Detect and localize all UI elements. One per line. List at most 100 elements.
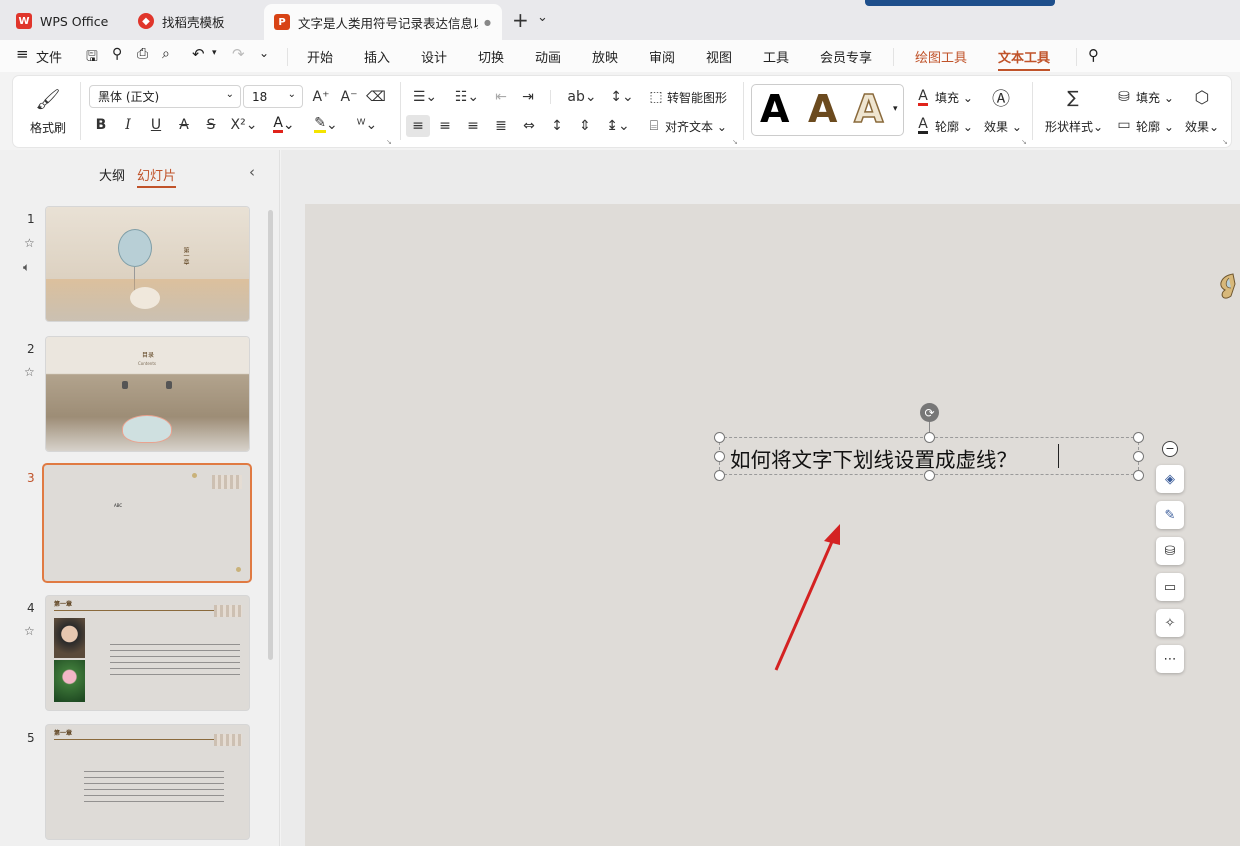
italic-icon[interactable]: I xyxy=(118,115,138,135)
collapse-panel-icon[interactable]: ‹ xyxy=(249,163,255,181)
resize-handle[interactable] xyxy=(924,432,935,443)
slide-thumbnail-2[interactable]: 目录 Contents xyxy=(46,337,249,451)
resize-handle[interactable] xyxy=(714,470,725,481)
tab-list-chevron-icon[interactable]: ⌄ xyxy=(537,10,548,25)
menu-view[interactable]: 视图 xyxy=(706,47,732,66)
shape-fill-icon[interactable]: ⛁ xyxy=(1115,87,1133,107)
menu-design[interactable]: 设计 xyxy=(421,47,447,66)
superscript-icon[interactable]: X²⌄ xyxy=(231,115,258,135)
slide-thumbnail-3[interactable]: ABC xyxy=(44,465,250,581)
decrease-font-icon[interactable]: A⁻ xyxy=(339,87,359,107)
align-center-icon[interactable]: ≡ xyxy=(434,115,456,137)
slide-textbox[interactable]: 如何将文字下划线设置成虚线？ xyxy=(730,443,1017,473)
align-left-icon[interactable]: ≡ xyxy=(406,115,430,137)
undo-icon[interactable]: ↶ xyxy=(192,45,205,63)
highlight-icon[interactable]: ✎ ⌄ xyxy=(311,115,341,135)
shape-style-label[interactable]: 形状样式⌄ xyxy=(1045,118,1103,135)
paragraph-spacing-icon[interactable]: ⇕ xyxy=(574,115,596,137)
text-outline-icon[interactable]: A xyxy=(914,115,932,135)
layers-icon[interactable]: ◈ xyxy=(1156,465,1184,493)
slide-thumbnail-5[interactable]: 第一章 xyxy=(46,725,249,839)
slide-thumbnail-4[interactable]: 第一章 xyxy=(46,596,249,710)
increase-indent-icon[interactable]: ⇥ xyxy=(518,87,538,107)
save-icon[interactable]: 🖫 xyxy=(86,46,98,70)
menu-tools[interactable]: 工具 xyxy=(763,47,789,66)
share-icon[interactable]: ⚲ xyxy=(112,46,122,62)
bold-icon[interactable]: B xyxy=(91,115,111,135)
smart-graphic-icon[interactable]: ⬚ xyxy=(647,87,665,107)
resize-handle[interactable] xyxy=(714,432,725,443)
font-name-select[interactable]: 黑体 (正文) ⌄ xyxy=(89,85,241,108)
text-style-outline[interactable]: A xyxy=(853,86,884,132)
slide-thumbnail-1[interactable]: 第一章 xyxy=(46,207,249,321)
menu-text-tools[interactable]: 文本工具 xyxy=(998,47,1051,71)
hamburger-icon[interactable]: ≡ xyxy=(16,45,29,63)
unsaved-dot-icon[interactable]: ● xyxy=(484,18,491,27)
text-style-gallery[interactable]: A A A xyxy=(751,84,904,136)
sort-icon[interactable]: ↕⌄ xyxy=(606,87,638,107)
magic-tools-icon[interactable]: ✧ xyxy=(1156,609,1184,637)
undo-dropdown-icon[interactable]: ▾ xyxy=(212,48,217,58)
menu-animation[interactable]: 动画 xyxy=(535,47,561,66)
align-text-icon[interactable]: ⌸ xyxy=(645,115,663,137)
menu-start[interactable]: 开始 xyxy=(307,47,333,66)
panel-scrollbar[interactable] xyxy=(268,210,273,660)
redo-icon[interactable]: ↷ xyxy=(232,45,245,63)
print-preview-icon[interactable]: ⌕ xyxy=(162,46,170,62)
shape-effect-label[interactable]: 效果⌄ xyxy=(1185,118,1219,135)
star-icon[interactable]: ☆ xyxy=(24,236,35,250)
menu-insert[interactable]: 插入 xyxy=(364,47,390,66)
resize-handle[interactable] xyxy=(924,470,935,481)
speaker-icon[interactable]: 🔈︎ xyxy=(23,260,30,275)
tab-wps-office[interactable]: W WPS Office xyxy=(6,6,122,36)
tab-outline[interactable]: 大纲 xyxy=(99,165,125,184)
format-painter-label[interactable]: 格式刷 xyxy=(30,119,66,136)
resize-handle[interactable] xyxy=(1133,451,1144,462)
new-tab-icon[interactable]: + xyxy=(512,8,529,32)
text-effect-icon[interactable]: Ⓐ xyxy=(989,86,1013,110)
menu-review[interactable]: 审阅 xyxy=(649,47,675,66)
numbered-list-icon[interactable]: ☷⌄ xyxy=(451,87,483,107)
align-right-icon[interactable]: ≡ xyxy=(462,115,484,137)
text-fill-label[interactable]: 填充 ⌄ xyxy=(935,89,973,106)
shape-effect-icon[interactable]: ⬡ xyxy=(1190,86,1214,110)
paragraph-dialog-launcher-icon[interactable]: ↘ xyxy=(732,138,738,146)
format-painter-icon[interactable]: 🖌 xyxy=(35,86,61,112)
shape-fill-label[interactable]: 填充 ⌄ xyxy=(1136,89,1174,106)
tab-document[interactable]: P 文字是人类用符号记录表达信息以 ● xyxy=(264,4,502,40)
star-icon[interactable]: ☆ xyxy=(24,365,35,379)
clear-format-icon[interactable]: ⌫ xyxy=(366,87,386,107)
align-text-label[interactable]: 对齐文本 ⌄ xyxy=(665,118,727,135)
shape-style-icon[interactable]: ∑ xyxy=(1061,86,1085,110)
menu-draw-tools[interactable]: 绘图工具 xyxy=(915,47,967,66)
search-icon[interactable]: ⚲ xyxy=(1088,46,1099,64)
brush-icon[interactable]: ✎ xyxy=(1156,501,1184,529)
distribute-icon[interactable]: ⇔ xyxy=(518,115,540,137)
increase-font-icon[interactable]: A⁺ xyxy=(311,87,331,107)
text-fill-icon[interactable]: A xyxy=(914,87,932,107)
text-shadow-icon[interactable]: S xyxy=(201,115,221,135)
resize-handle[interactable] xyxy=(1133,470,1144,481)
spacing-menu-icon[interactable]: ↨⌄ xyxy=(602,115,634,137)
menu-slideshow[interactable]: 放映 xyxy=(592,47,618,66)
smart-graphic-label[interactable]: 转智能图形 xyxy=(667,89,727,106)
rotate-handle-icon[interactable]: ⟳ xyxy=(920,403,939,422)
border-icon[interactable]: ▭ xyxy=(1156,573,1184,601)
print-icon[interactable]: ⎙ xyxy=(137,46,148,62)
underline-icon[interactable]: U xyxy=(146,115,166,135)
font-dialog-launcher-icon[interactable]: ↘ xyxy=(386,138,392,146)
line-spacing-icon[interactable]: ↕ xyxy=(546,115,568,137)
bullet-list-icon[interactable]: ☰⌄ xyxy=(409,87,441,107)
font-color-icon[interactable]: A ⌄ xyxy=(271,115,297,135)
tab-template[interactable]: ◆ 找稻壳模板 xyxy=(128,6,258,36)
resize-handle[interactable] xyxy=(1133,432,1144,443)
strikethrough-icon[interactable]: A xyxy=(174,115,194,135)
shape-style-launcher-icon[interactable]: ↘ xyxy=(1222,138,1228,146)
decrease-indent-icon[interactable]: ⇤ xyxy=(491,87,511,107)
justify-icon[interactable]: ≣ xyxy=(490,115,512,137)
quick-access-chevron-icon[interactable]: ⌄ xyxy=(259,46,269,60)
fill-bucket-icon[interactable]: ⛁ xyxy=(1156,537,1184,565)
more-options-icon[interactable]: ⋯ xyxy=(1156,645,1184,673)
shape-outline-label[interactable]: 轮廓 ⌄ xyxy=(1136,118,1174,135)
star-icon[interactable]: ☆ xyxy=(24,624,35,638)
